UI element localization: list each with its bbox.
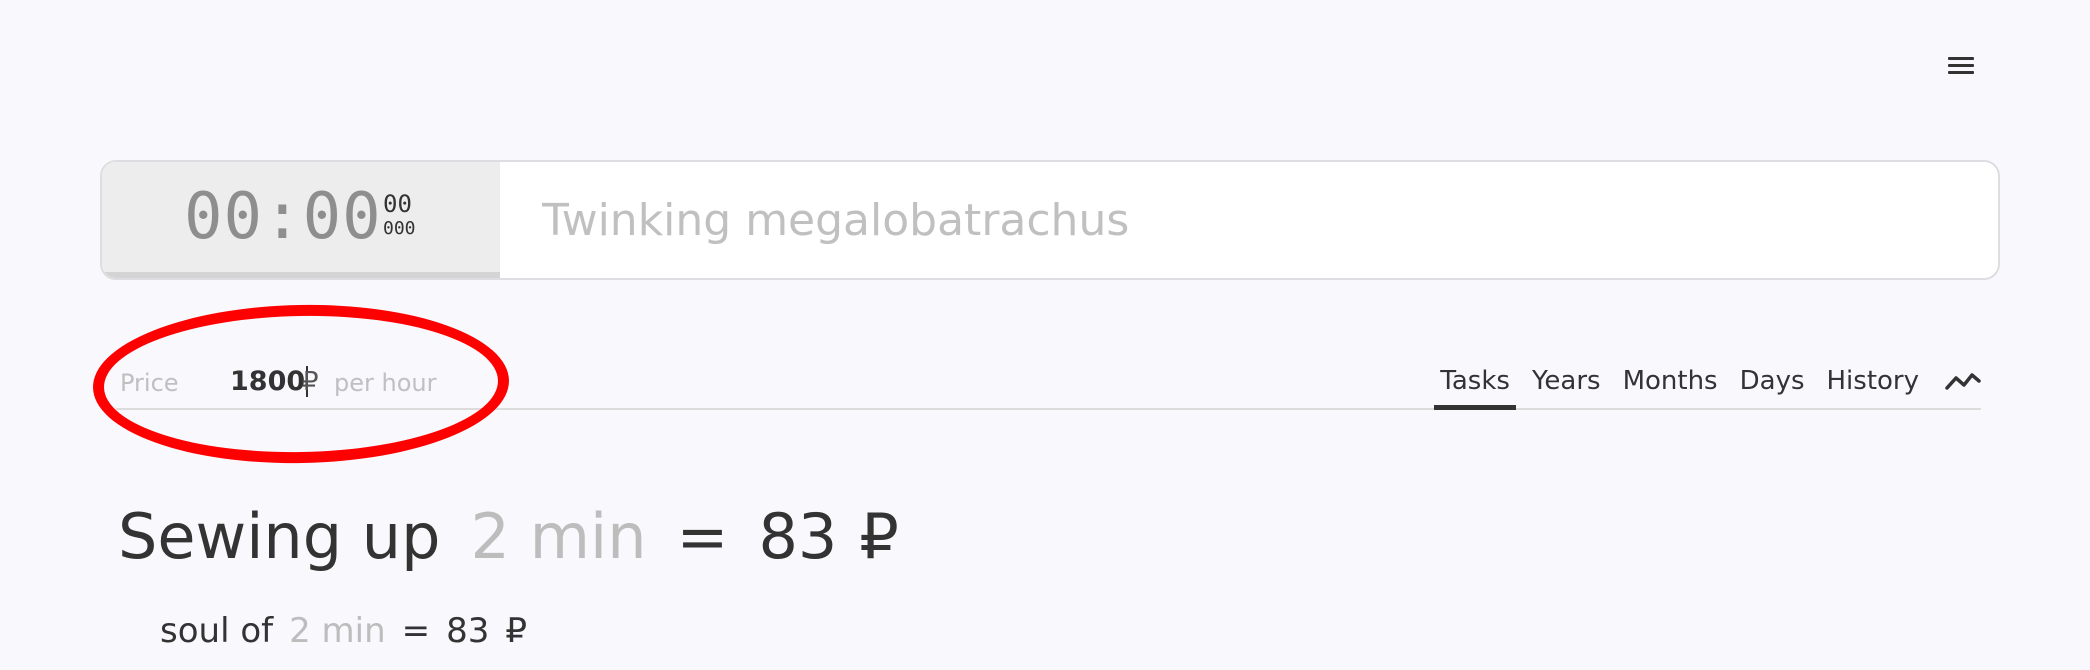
red-annotation-circle xyxy=(91,301,511,467)
tab-months[interactable]: Months xyxy=(1617,366,1724,408)
hamburger-menu-icon[interactable] xyxy=(1948,54,1976,78)
detail-amount: 83 xyxy=(446,611,490,651)
line-chart-icon[interactable] xyxy=(1945,370,1981,392)
detail-duration: 2 min xyxy=(289,611,386,651)
detail-equals: = xyxy=(401,611,431,651)
menu-line xyxy=(1948,71,1974,74)
timer-milliseconds: 000 xyxy=(383,218,416,239)
tab-years[interactable]: Years xyxy=(1526,366,1607,408)
timer-bar: 00:00 00 000 xyxy=(100,160,2000,280)
timer-display[interactable]: 00:00 00 000 xyxy=(102,162,500,278)
summary-duration: 2 min xyxy=(470,500,647,573)
menu-line xyxy=(1948,64,1974,67)
summary-amount: 83 xyxy=(758,500,838,573)
tab-days[interactable]: Days xyxy=(1734,366,1811,408)
tab-tasks[interactable]: Tasks xyxy=(1434,366,1516,410)
timer-seconds: 00 xyxy=(383,190,412,218)
detail-task-name: soul of xyxy=(160,611,274,651)
task-name-input[interactable] xyxy=(500,162,1998,278)
summary-task-name: Sewing up xyxy=(118,500,441,573)
summary-equals: = xyxy=(676,500,729,573)
menu-line xyxy=(1948,57,1974,60)
task-summary: Sewing up 2 min = 83 ₽ xyxy=(118,500,899,573)
timer-time: 00:00 xyxy=(184,180,382,254)
summary-currency: ₽ xyxy=(859,500,899,573)
task-detail-row: soul of 2 min = 83 ₽ xyxy=(160,611,527,651)
detail-currency: ₽ xyxy=(505,611,528,651)
tab-history[interactable]: History xyxy=(1821,366,1926,408)
view-tabs: Tasks Years Months Days History xyxy=(1424,345,1981,410)
